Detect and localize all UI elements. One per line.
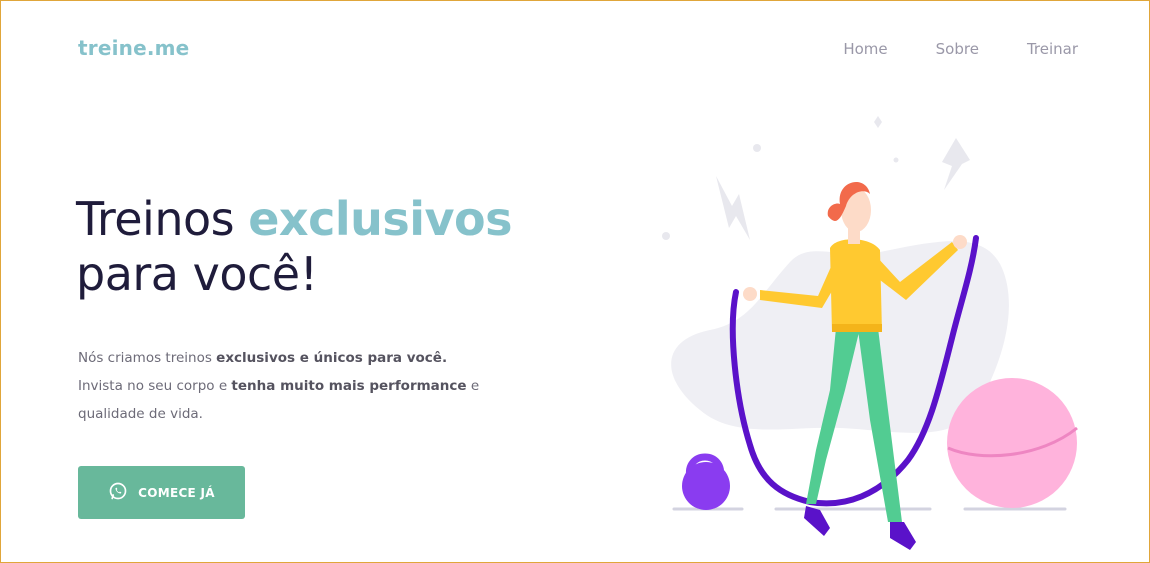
dot-icon (893, 157, 899, 163)
desc-line2-tail: e (466, 378, 480, 394)
figure-left-hand (743, 287, 757, 301)
star-icon (874, 116, 882, 128)
dot-icon (662, 232, 670, 240)
logo[interactable]: treine.me (78, 36, 189, 60)
main-nav: Home Sobre Treinar (843, 40, 1078, 58)
kettlebell (682, 453, 730, 510)
nav-home[interactable]: Home (843, 40, 887, 58)
dot-icon (753, 144, 761, 152)
desc-line2-bold: tenha muito mais performance (231, 378, 467, 394)
exercise-ball (947, 378, 1078, 508)
nav-sobre[interactable]: Sobre (936, 40, 979, 58)
desc-line1-bold: exclusivos e únicos para você. (216, 350, 448, 366)
fitness-illustration (662, 116, 1078, 550)
figure-right-hand (953, 235, 967, 249)
hero-title-accent: exclusivos (248, 192, 512, 246)
hero-title-part1: Treinos (76, 192, 249, 246)
desc-line3: qualidade de vida. (78, 406, 203, 422)
figure-torso (830, 239, 882, 332)
start-button-label: COMECE JÁ (138, 485, 215, 500)
desc-line1-plain: Nós criamos treinos (78, 350, 217, 366)
start-button[interactable]: COMECE JÁ (78, 466, 245, 519)
hero-title: Treinos exclusivos para você! (76, 192, 512, 302)
hero-title-part2: para você! (76, 247, 318, 301)
lightning-right-icon (942, 138, 970, 190)
lightning-left-icon (716, 176, 750, 240)
hero-description: Nós criamos treinos exclusivos e únicos … (78, 344, 498, 428)
figure-right-shoe (890, 522, 916, 550)
figure-waistband (832, 324, 882, 332)
nav-treinar[interactable]: Treinar (1027, 40, 1078, 58)
whatsapp-icon (108, 481, 128, 504)
desc-line2-plain: Invista no seu corpo e (78, 378, 232, 394)
